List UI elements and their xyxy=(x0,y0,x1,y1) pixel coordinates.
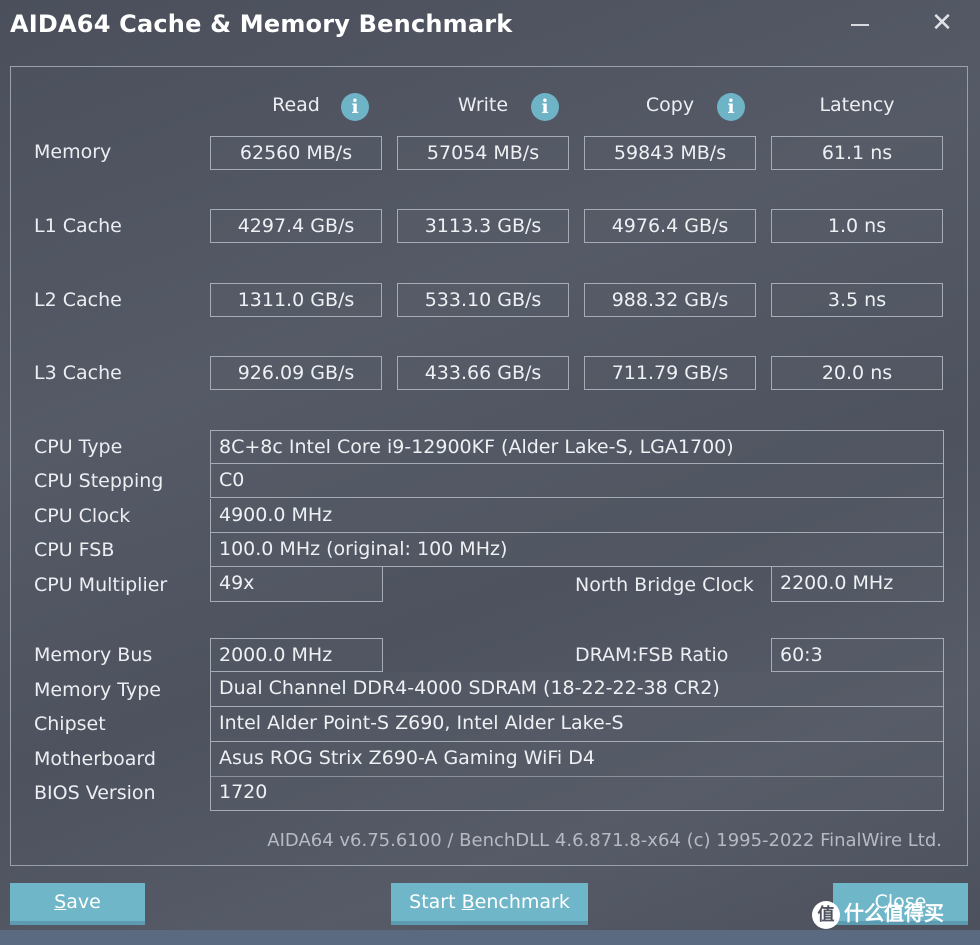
window-title: AIDA64 Cache & Memory Benchmark xyxy=(10,10,513,38)
motherboard-label: Motherboard xyxy=(34,748,156,770)
l3-latency-value: 20.0 ns xyxy=(771,356,943,390)
memory-write-value: 57054 MB/s xyxy=(397,136,569,170)
start-label-pre: Start xyxy=(409,891,462,913)
l1-latency-value: 1.0 ns xyxy=(771,209,943,243)
cpu-type-label: CPU Type xyxy=(34,436,123,458)
memory-bus-label: Memory Bus xyxy=(34,644,153,666)
cpu-fsb-value: 100.0 MHz (original: 100 MHz) xyxy=(210,533,944,567)
memory-type-label: Memory Type xyxy=(34,679,161,701)
cpu-stepping-value: C0 xyxy=(210,464,944,498)
l1-copy-value: 4976.4 GB/s xyxy=(584,209,756,243)
bios-version-value: 1720 xyxy=(210,776,944,811)
copy-info-icon[interactable]: i xyxy=(717,93,745,121)
cpu-clock-label: CPU Clock xyxy=(34,505,131,527)
close-window-button[interactable]: ✕ xyxy=(927,8,957,38)
save-label: ave xyxy=(66,891,101,913)
north-bridge-clock-value: 2200.0 MHz xyxy=(771,567,944,602)
cpu-multiplier-label: CPU Multiplier xyxy=(34,574,168,596)
dram-fsb-ratio-label: DRAM:FSB Ratio xyxy=(575,644,729,666)
row-label: Memory xyxy=(34,141,112,163)
row-label: L2 Cache xyxy=(34,289,122,311)
cpu-fsb-label: CPU FSB xyxy=(34,539,115,561)
l2-write-value: 533.10 GB/s xyxy=(397,283,569,317)
l1-read-value: 4297.4 GB/s xyxy=(210,209,382,243)
dram-fsb-ratio-value: 60:3 xyxy=(771,638,944,672)
watermark: 值什么值得买 xyxy=(812,897,944,929)
bottom-strip xyxy=(0,930,980,945)
column-header-latency: Latency xyxy=(819,94,895,116)
row-label: L1 Cache xyxy=(34,215,122,237)
start-mnemonic: B xyxy=(461,891,475,913)
l2-copy-value: 988.32 GB/s xyxy=(584,283,756,317)
motherboard-value: Asus ROG Strix Z690-A Gaming WiFi D4 xyxy=(210,742,944,777)
save-mnemonic: S xyxy=(54,891,67,913)
memory-copy-value: 59843 MB/s xyxy=(584,136,756,170)
cpu-clock-value: 4900.0 MHz xyxy=(210,499,944,533)
chipset-label: Chipset xyxy=(34,713,106,735)
version-footer: AIDA64 v6.75.6100 / BenchDLL 4.6.871.8-x… xyxy=(267,830,942,851)
north-bridge-clock-label: North Bridge Clock xyxy=(575,574,754,596)
watermark-logo-icon: 值 xyxy=(812,900,840,929)
row-label: L3 Cache xyxy=(34,362,122,384)
start-label-rest: enchmark xyxy=(474,891,570,913)
write-info-icon[interactable]: i xyxy=(531,93,559,121)
start-benchmark-button[interactable]: Start Benchmark xyxy=(391,883,588,925)
close-icon: ✕ xyxy=(931,8,953,38)
l2-latency-value: 3.5 ns xyxy=(771,283,943,317)
chipset-value: Intel Alder Point-S Z690, Intel Alder La… xyxy=(210,707,944,742)
memory-latency-value: 61.1 ns xyxy=(771,136,943,170)
cpu-stepping-label: CPU Stepping xyxy=(34,470,164,492)
l3-write-value: 433.66 GB/s xyxy=(397,356,569,390)
l3-copy-value: 711.79 GB/s xyxy=(584,356,756,390)
minimize-button[interactable] xyxy=(845,8,875,38)
cpu-multiplier-value: 49x xyxy=(210,567,383,602)
l1-write-value: 3113.3 GB/s xyxy=(397,209,569,243)
memory-bus-value: 2000.0 MHz xyxy=(210,638,383,672)
memory-read-value: 62560 MB/s xyxy=(210,136,382,170)
watermark-text: 什么值得买 xyxy=(844,901,944,925)
l3-read-value: 926.09 GB/s xyxy=(210,356,382,390)
read-info-icon[interactable]: i xyxy=(341,93,369,121)
save-button[interactable]: Save xyxy=(10,883,145,925)
memory-type-value: Dual Channel DDR4-4000 SDRAM (18-22-22-3… xyxy=(210,672,944,707)
cpu-type-value: 8C+8c Intel Core i9-12900KF (Alder Lake-… xyxy=(210,430,944,464)
l2-read-value: 1311.0 GB/s xyxy=(210,283,382,317)
bios-version-label: BIOS Version xyxy=(34,782,156,804)
